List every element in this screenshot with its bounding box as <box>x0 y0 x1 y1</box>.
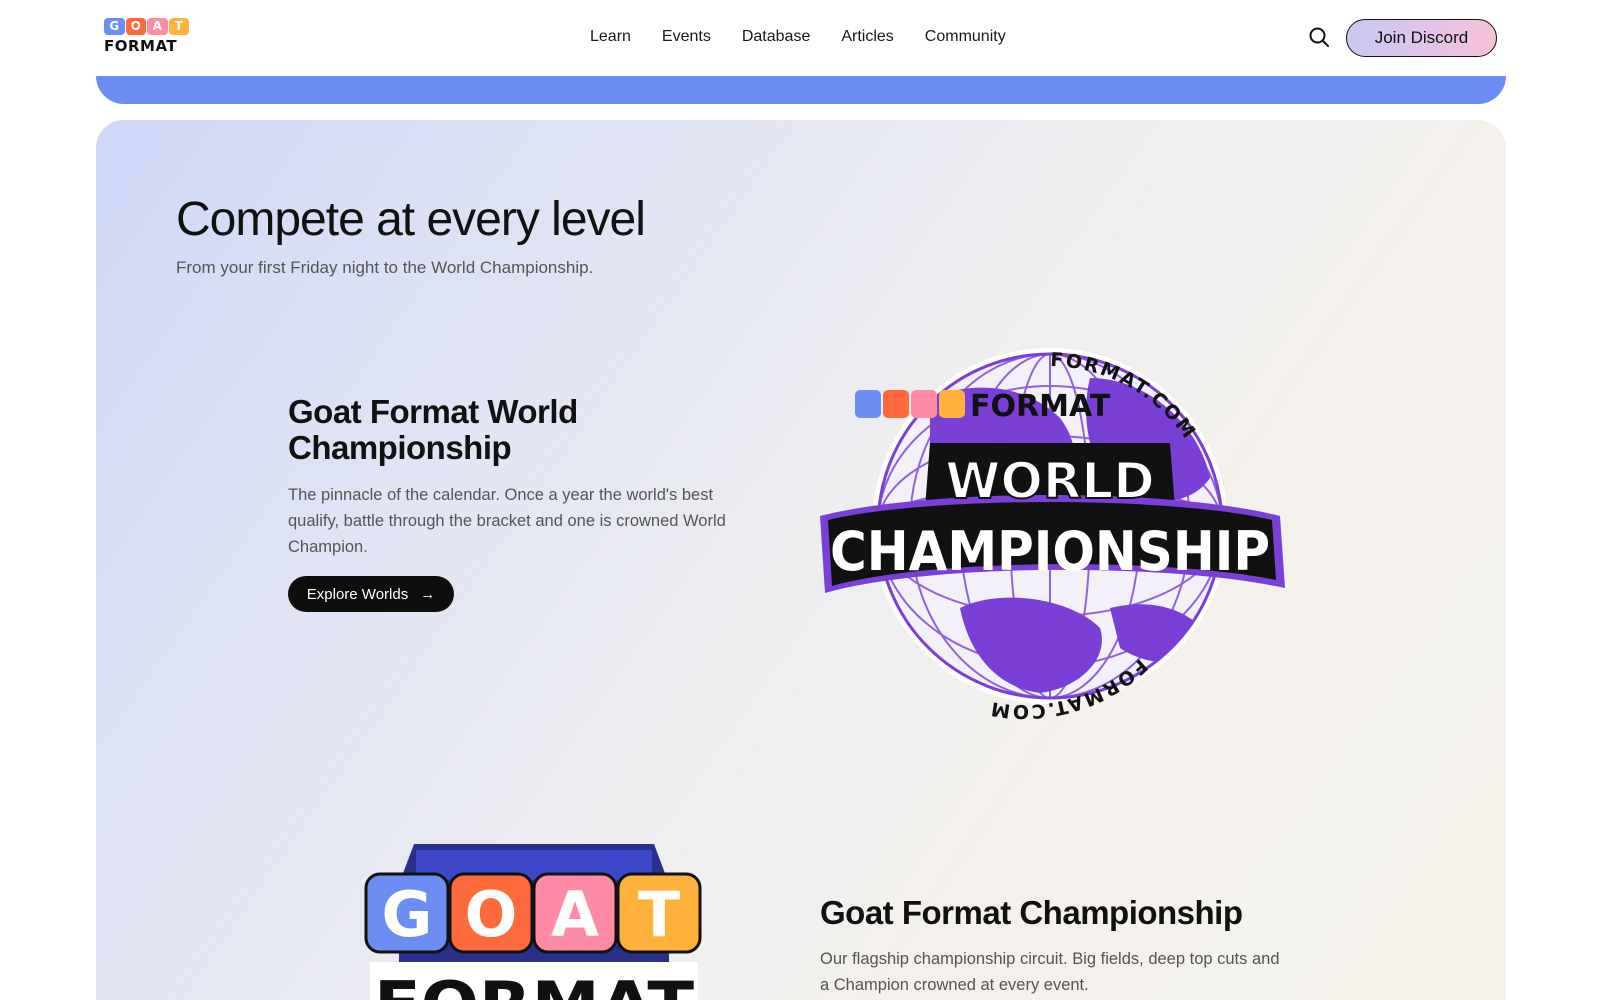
worlds-logo-line1: WORLD <box>945 452 1155 510</box>
section-subtitle: From your first Friday night to the Worl… <box>176 258 594 277</box>
logo-tiles: G O A T <box>104 18 190 36</box>
nav-learn[interactable]: Learn <box>590 25 631 49</box>
logo-tile-t: T <box>168 18 189 35</box>
logo-letter-o: O <box>465 878 518 951</box>
arrow-right-icon: → <box>420 585 436 603</box>
nav-events[interactable]: Events <box>662 25 711 49</box>
logo-letter-t: T <box>638 878 680 951</box>
championship-logo-tiles: G O A T <box>364 872 702 954</box>
explore-worlds-button[interactable]: Explore Worlds → <box>288 576 454 612</box>
nav-articles[interactable]: Articles <box>841 25 893 49</box>
goat-format-logo[interactable]: G O A T FORMAT <box>104 18 190 58</box>
explore-worlds-label: Explore Worlds <box>306 585 409 603</box>
join-discord-button[interactable]: Join Discord <box>1346 19 1497 57</box>
worlds-brand-mark: FORMAT <box>855 389 1111 424</box>
logo-letter-a: A <box>551 878 599 951</box>
logo-tile-g: G <box>104 18 125 35</box>
nav-community[interactable]: Community <box>925 25 1006 49</box>
worlds-title: Goat Format World Championship <box>288 393 578 466</box>
logo-word: FORMAT <box>104 37 178 55</box>
worlds-description: The pinnacle of the calendar. Once a yea… <box>288 486 726 556</box>
world-championship-logo: FORMAT.COM FORMAT.COM FORMAT WORLD CHAMP… <box>820 348 1285 722</box>
search-button[interactable] <box>1307 25 1331 49</box>
nav-database[interactable]: Database <box>742 25 811 49</box>
logo-tile-a: A <box>147 18 168 35</box>
championship-title: Goat Format Championship <box>820 894 1243 931</box>
main-nav: Learn Events Database Articles Community <box>590 25 1037 49</box>
section-title: Compete at every level <box>176 193 646 246</box>
search-icon <box>1309 27 1329 47</box>
worlds-brand-word: FORMAT <box>970 389 1111 424</box>
compete-section: Compete at every level From your first F… <box>96 120 1506 1000</box>
worlds-logo-line2: CHAMPIONSHIP <box>830 520 1270 583</box>
championship-logo-word: FORMAT <box>374 968 694 1000</box>
logo-tile-o: O <box>125 18 146 35</box>
championship-description: Our flagship championship circuit. Big f… <box>820 950 1280 994</box>
goat-format-championship-logo: G O A T FORMAT <box>364 844 702 1000</box>
site-header: G O A T FORMAT Learn Events Database Art… <box>0 0 1600 76</box>
logo-letter-g: G <box>382 878 433 951</box>
